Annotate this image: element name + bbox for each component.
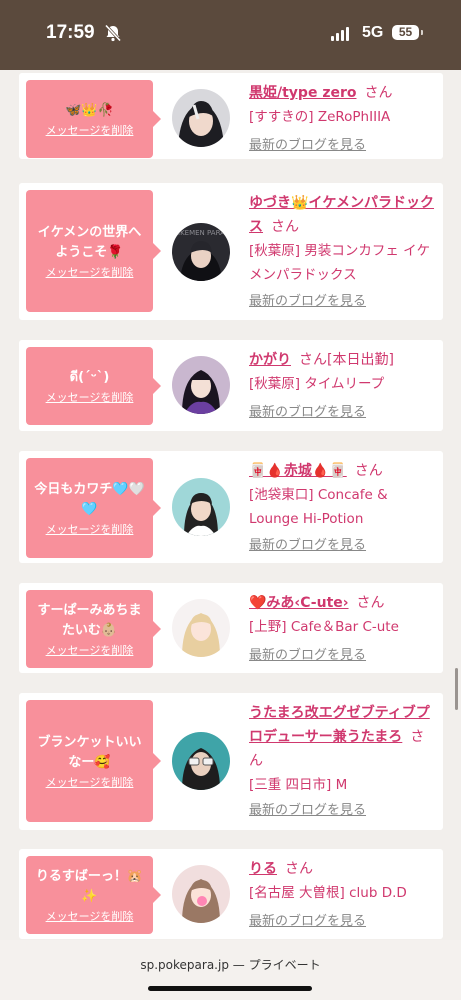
cast-name-link[interactable]: りる — [249, 861, 277, 877]
name-line: 黒姫/type zero さん — [249, 81, 435, 105]
message-bubble: ดี(ˊᵕˋ) メッセージを削除 — [26, 347, 161, 425]
avatar[interactable] — [172, 89, 230, 147]
name-line: ❤️みあ‹C-ute› さん — [249, 591, 435, 615]
avatar[interactable] — [172, 356, 230, 414]
latest-blog-link[interactable]: 最新のブログを見る — [249, 801, 366, 821]
message-bubble: 🦋👑🥀 メッセージを削除 — [26, 80, 161, 158]
status-bar: 17:59 5G 55 — [0, 0, 461, 70]
cast-name-link[interactable]: かがり — [249, 352, 291, 368]
shop-name: [池袋東口] Concafe & Lounge Hi-Potion — [249, 487, 388, 527]
info-block: ❤️みあ‹C-ute› さん [上野] Cafe＆Bar C-ute — [249, 591, 435, 639]
private-mode-label: — プライベート — [232, 958, 321, 972]
signal-icon — [331, 27, 349, 41]
message-text: ブランケットいいなー🥰 — [37, 734, 142, 770]
san-label: さん — [364, 85, 393, 101]
status-time: 17:59 — [46, 22, 95, 43]
message-text: イケメンの世界へようこそ🌹 — [37, 224, 142, 260]
message-bubble: すーぱーみあちまたいむ👶🏼 メッセージを削除 — [26, 590, 161, 668]
scrollbar[interactable] — [455, 668, 458, 710]
message-bubble: 今日もカワチ🩵🤍🩵 メッセージを削除 — [26, 458, 161, 558]
delete-message-link[interactable]: メッセージを削除 — [46, 644, 134, 658]
message-card: 今日もカワチ🩵🤍🩵 メッセージを削除 🀄🩸赤城🩸🀄 さん [池袋東口] Conca… — [19, 451, 443, 563]
avatar[interactable] — [172, 599, 230, 657]
name-line: ゆづき👑イケメンパラドックス さん — [249, 191, 435, 239]
network-type: 5G — [362, 24, 384, 41]
delete-message-link[interactable]: メッセージを削除 — [46, 266, 134, 280]
san-label: さん — [299, 352, 327, 368]
san-label: さん — [271, 219, 299, 235]
cast-name-link[interactable]: 黒姫/type zero — [249, 85, 357, 101]
cast-name-link[interactable]: うたまろ改エグゼブティブプロデューサー兼うたまろ — [249, 705, 430, 745]
delete-message-link[interactable]: メッセージを削除 — [46, 523, 134, 537]
name-line: かがり さん[本日出勤] — [249, 348, 435, 372]
shop-name: [三重 四日市] M — [249, 777, 348, 793]
message-text: すーぱーみあちまたいむ👶🏼 — [37, 602, 142, 638]
message-card: りるすばーっ！🐹✨ メッセージを削除 りる さん [名古屋 大曽根] club D… — [19, 849, 443, 939]
message-card: ดี(ˊᵕˋ) メッセージを削除 かがり さん[本日出勤] [秋葉原] タイムリー… — [19, 340, 443, 431]
latest-blog-link[interactable]: 最新のブログを見る — [249, 292, 366, 312]
shop-name: [秋葉原] タイムリープ — [249, 376, 385, 392]
name-line: りる さん — [249, 857, 435, 881]
san-label: さん — [356, 595, 385, 611]
message-card: ブランケットいいなー🥰 メッセージを削除 うたまろ改エグゼブティブプロデューサー… — [19, 693, 443, 830]
latest-blog-link[interactable]: 最新のブログを見る — [249, 136, 366, 156]
shop-name: [秋葉原] 男装コンカフェ イケメンパラドックス — [249, 243, 431, 283]
status-text: [本日出勤] — [327, 352, 394, 368]
name-line: うたまろ改エグゼブティブプロデューサー兼うたまろ さん — [249, 701, 435, 773]
message-text: 🦋👑🥀 — [65, 102, 114, 118]
battery-nub — [421, 30, 423, 35]
info-block: りる さん [名古屋 大曽根] club D.D — [249, 857, 435, 905]
message-card: イケメンの世界へようこそ🌹 メッセージを削除 IKEMEN PARA ゆづき👑イ… — [19, 183, 443, 320]
message-card: すーぱーみあちまたいむ👶🏼 メッセージを削除 ❤️みあ‹C-ute› さん [上野… — [19, 583, 443, 673]
shop-name: [すすきの] ZeRoPhIIIA — [249, 109, 391, 125]
info-block: 🀄🩸赤城🩸🀄 さん [池袋東口] Concafe & Lounge Hi-Poti… — [249, 459, 435, 531]
message-bubble: りるすばーっ！🐹✨ メッセージを削除 — [26, 856, 161, 934]
latest-blog-link[interactable]: 最新のブログを見る — [249, 403, 366, 423]
cast-name-link[interactable]: ❤️みあ‹C-ute› — [249, 595, 349, 611]
avatar[interactable] — [172, 865, 230, 923]
san-label: さん — [354, 463, 383, 479]
info-block: ゆづき👑イケメンパラドックス さん [秋葉原] 男装コンカフェ イケメンパラドック… — [249, 191, 435, 287]
battery-icon: 55 — [392, 25, 419, 40]
message-text: りるすばーっ！🐹✨ — [35, 868, 144, 904]
info-block: 黒姫/type zero さん [すすきの] ZeRoPhIIIA — [249, 81, 435, 129]
shop-name: [上野] Cafe＆Bar C-ute — [249, 619, 399, 635]
latest-blog-link[interactable]: 最新のブログを見る — [249, 536, 366, 556]
delete-message-link[interactable]: メッセージを削除 — [46, 776, 134, 790]
cast-name-link[interactable]: 🀄🩸赤城🩸🀄 — [249, 463, 347, 479]
message-text: 今日もカワチ🩵🤍🩵 — [34, 481, 145, 517]
latest-blog-link[interactable]: 最新のブログを見る — [249, 646, 366, 666]
message-text: ดี(ˊᵕˋ) — [69, 369, 110, 385]
site-domain: sp.pokepara.jp — [140, 958, 229, 972]
name-line: 🀄🩸赤城🩸🀄 さん — [249, 459, 435, 483]
home-indicator[interactable] — [148, 986, 312, 991]
avatar[interactable] — [172, 732, 230, 790]
message-bubble: イケメンの世界へようこそ🌹 メッセージを削除 — [26, 190, 161, 312]
bell-slash-icon — [104, 24, 122, 42]
message-card: 🦋👑🥀 メッセージを削除 黒姫/type zero さん [すすきの] ZeRoP… — [19, 73, 443, 159]
shop-name: [名古屋 大曽根] club D.D — [249, 885, 407, 901]
avatar[interactable]: IKEMEN PARA — [172, 223, 230, 281]
browser-footer: sp.pokepara.jp — プライベート — [0, 940, 461, 1000]
delete-message-link[interactable]: メッセージを削除 — [46, 910, 134, 924]
svg-text:IKEMEN PARA: IKEMEN PARA — [178, 229, 225, 237]
info-block: かがり さん[本日出勤] [秋葉原] タイムリープ — [249, 348, 435, 396]
avatar[interactable] — [172, 478, 230, 536]
message-list[interactable]: 🦋👑🥀 メッセージを削除 黒姫/type zero さん [すすきの] ZeRoP… — [0, 70, 461, 940]
info-block: うたまろ改エグゼブティブプロデューサー兼うたまろ さん [三重 四日市] M — [249, 701, 435, 797]
url-bar[interactable]: sp.pokepara.jp — プライベート — [0, 956, 461, 973]
delete-message-link[interactable]: メッセージを削除 — [46, 124, 134, 138]
message-bubble: ブランケットいいなー🥰 メッセージを削除 — [26, 700, 161, 822]
latest-blog-link[interactable]: 最新のブログを見る — [249, 912, 366, 932]
delete-message-link[interactable]: メッセージを削除 — [46, 391, 134, 405]
san-label: さん — [285, 861, 313, 877]
